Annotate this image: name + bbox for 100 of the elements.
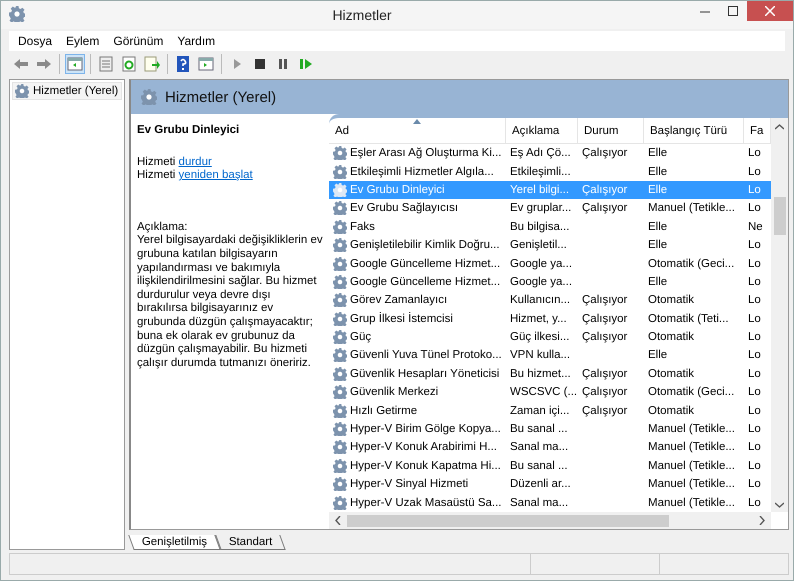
table-cell: Çalışıyor (582, 184, 628, 196)
table-row[interactable]: Görev Zamanlayıcı Kullanıcın... Çalışıyor Otomatik Lo (329, 291, 771, 310)
table-cell: Lo (748, 312, 761, 325)
close-icon (765, 6, 775, 16)
panel-button[interactable] (65, 54, 85, 74)
table-cell: Düzenli ar... (510, 478, 571, 490)
table-cell: Hizmet, y... (510, 312, 567, 325)
table-row[interactable]: Grup İlkesi İstemcisi Hizmet, y... Çalışıyor Otomatik (Teti... Lo (329, 310, 771, 328)
table-cell: Güvenli Yuva Tünel Protoko... (350, 349, 502, 362)
table-cell: Bu hizmet... (510, 368, 571, 380)
column-header[interactable]: Durum (578, 118, 644, 143)
gear-icon (333, 496, 347, 510)
table-cell: Çalışıyor (582, 386, 628, 398)
table-cell: Lo (748, 423, 761, 436)
table-cell: Otomatik (648, 331, 694, 344)
menu-item[interactable]: Dosya (13, 34, 58, 48)
gear-icon (333, 404, 347, 418)
gear-icon (333, 440, 347, 454)
gear-icon (15, 84, 29, 98)
table-cell: Lo (748, 294, 761, 306)
table-cell: Genişletilebilir Kimlik Doğru... (350, 239, 500, 252)
table-cell: Lo (748, 202, 761, 214)
table-row[interactable]: Hyper-V Konuk Arabirimi H... Sanal ma... Manuel (Tetikle... Lo (329, 438, 771, 457)
view-tab[interactable]: Standart (215, 535, 286, 550)
scroll-down-icon[interactable] (775, 502, 784, 508)
menu-item[interactable]: Görünüm (108, 34, 168, 48)
scroll-left-icon[interactable] (335, 516, 341, 525)
scroll-up-icon[interactable] (775, 124, 784, 130)
table-row[interactable]: Güvenlik Hesapları Yöneticisi Bu hizmet... Çalışıyor Otomatik Lo (329, 364, 771, 384)
table-row[interactable]: Güvenlik Merkezi WSCSVC (... Çalışıyor Otomatik (Geci... Lo (329, 383, 771, 402)
column-header[interactable]: Ad (329, 118, 506, 143)
table-row[interactable]: Hyper-V Sinyal Hizmeti Düzenli ar... Manuel (Tetikle... Lo (329, 475, 771, 494)
table-cell: Otomatik (Teti... (648, 312, 729, 325)
action-link[interactable]: yeniden başlat (178, 169, 253, 182)
maximize-icon (728, 6, 738, 16)
gear-icon (333, 330, 347, 344)
table-cell: Manuel (Tetikle... (648, 441, 735, 454)
vertical-scrollbar[interactable] (771, 118, 788, 512)
tree-item[interactable]: Hizmetler (Yerel) (12, 82, 122, 100)
table-cell: Eş Adı Çö... (510, 147, 571, 160)
table-row[interactable]: Hyper-V Uzak Masaüstü Sa... Sanal ma... Manuel (Tetikle... Lo (329, 493, 771, 512)
table-row[interactable]: Hyper-V Konuk Kapatma Hi... Bu sanal ... Manuel (Tetikle... Lo (329, 456, 771, 476)
table-row[interactable]: Hyper-V Birim Gölge Kopya... Bu sanal ... Manuel (Tetikle... Lo (329, 420, 771, 438)
description-label: Açıklama: (137, 220, 188, 234)
table-row[interactable]: Hızlı Getirme Zaman içi... Çalışıyor Otomatik Lo (329, 401, 771, 420)
table-row[interactable]: Etkileşimli Hizmetler Algıla... Etkileşimli... Elle Lo (329, 162, 771, 181)
forward-arrow-icon (36, 56, 52, 72)
table-cell: Yerel bilgi... (510, 184, 570, 196)
table-cell: Bu sanal ... (510, 460, 568, 472)
scroll-thumb[interactable] (347, 514, 669, 526)
table-cell: VPN kulla... (510, 349, 570, 362)
table-cell: Otomatik (Geci... (648, 258, 734, 270)
gear-icon (333, 201, 347, 216)
horizontal-scrollbar[interactable] (329, 512, 771, 529)
table-cell: Lo (748, 368, 761, 380)
table-cell: Lo (748, 147, 761, 160)
back-arrow-icon (13, 56, 29, 72)
view-tab[interactable]: Genişletilmiş (128, 535, 221, 550)
table-row[interactable]: Ev Grubu Sağlayıcısı Ev gruplar... Çalışıyor Manuel (Tetikle... Lo (329, 199, 771, 218)
table-cell: Elle (648, 220, 668, 233)
column-header[interactable]: Başlangıç Türü (644, 118, 744, 143)
table-cell: Manuel (Tetikle... (648, 460, 735, 472)
action-link[interactable]: durdur (178, 156, 212, 168)
table-row[interactable]: Genişletilebilir Kimlik Doğru... Genişletil... Elle Lo (329, 236, 771, 254)
table-row[interactable]: Faks Bu bilgisa... Elle Ne (329, 218, 771, 236)
gear-icon (333, 220, 347, 234)
table-cell: Eşler Arası Ağ Oluşturma Ki... (350, 147, 502, 160)
table-cell: Çalışıyor (582, 331, 628, 344)
table-cell: Güç (350, 331, 372, 344)
table-cell: Lo (748, 460, 761, 472)
resume-icon (298, 56, 314, 72)
table-cell: Lo (748, 478, 761, 490)
scroll-thumb[interactable] (774, 197, 786, 235)
table-cell: Otomatik (648, 294, 694, 306)
table-cell: Elle (648, 276, 668, 288)
table-cell: Güç ilkesi... (510, 331, 570, 344)
table-row[interactable]: Eşler Arası Ağ Oluşturma Ki... Eş Adı Çö... Çalışıyor Elle Lo (329, 144, 771, 162)
table-row[interactable]: Google Güncelleme Hizmet... Google ya... Otomatik (Geci... Lo (329, 254, 771, 273)
table-cell: Ne (748, 220, 763, 233)
table-row[interactable]: Güç Güç ilkesi... Çalışıyor Otomatik Lo (329, 328, 771, 346)
gear-icon (333, 385, 347, 400)
action-label: Hizmeti (137, 156, 176, 168)
description-text: Yerel bilgisayardaki değişikliklerin ev grubuna katılan bilgisayarın yapılandırması ve bakımıyla ilişkilendirilmesini sağlar. Bu hizmet durdurulur veya devre dışı bırakılırsa bilgisayarınız ev grubunda düzgün çalışmayacaktır; buna ek olarak ev grubunuz da düzgün çalışmayabilir. Bu hizmeti çalışır durumda tutmanızı öneririz. (137, 234, 323, 370)
table-cell: Google Güncelleme Hizmet... (350, 258, 500, 270)
scroll-right-icon[interactable] (759, 516, 765, 525)
table-cell: Etkileşimli... (510, 166, 571, 178)
table-cell: Zaman içi... (510, 404, 570, 417)
export-button[interactable] (142, 54, 162, 74)
menu-item[interactable]: Eylem (61, 34, 104, 48)
table-row[interactable]: Google Güncelleme Hizmet... Google ya... Elle Lo (329, 272, 771, 292)
close-button[interactable] (747, 1, 793, 21)
menu-item[interactable]: Yardım (172, 34, 220, 48)
document-icon (98, 56, 114, 72)
action-label: Hizmeti (137, 169, 176, 182)
table-row[interactable]: Güvenli Yuva Tünel Protoko... VPN kulla... Elle Lo (329, 346, 771, 365)
table-cell: Lo (748, 496, 761, 509)
column-header[interactable]: Açıklama (506, 118, 578, 143)
gear-icon (333, 312, 347, 326)
table-cell: Bu bilgisa... (510, 220, 570, 233)
table-cell: Çalışıyor (582, 294, 628, 306)
